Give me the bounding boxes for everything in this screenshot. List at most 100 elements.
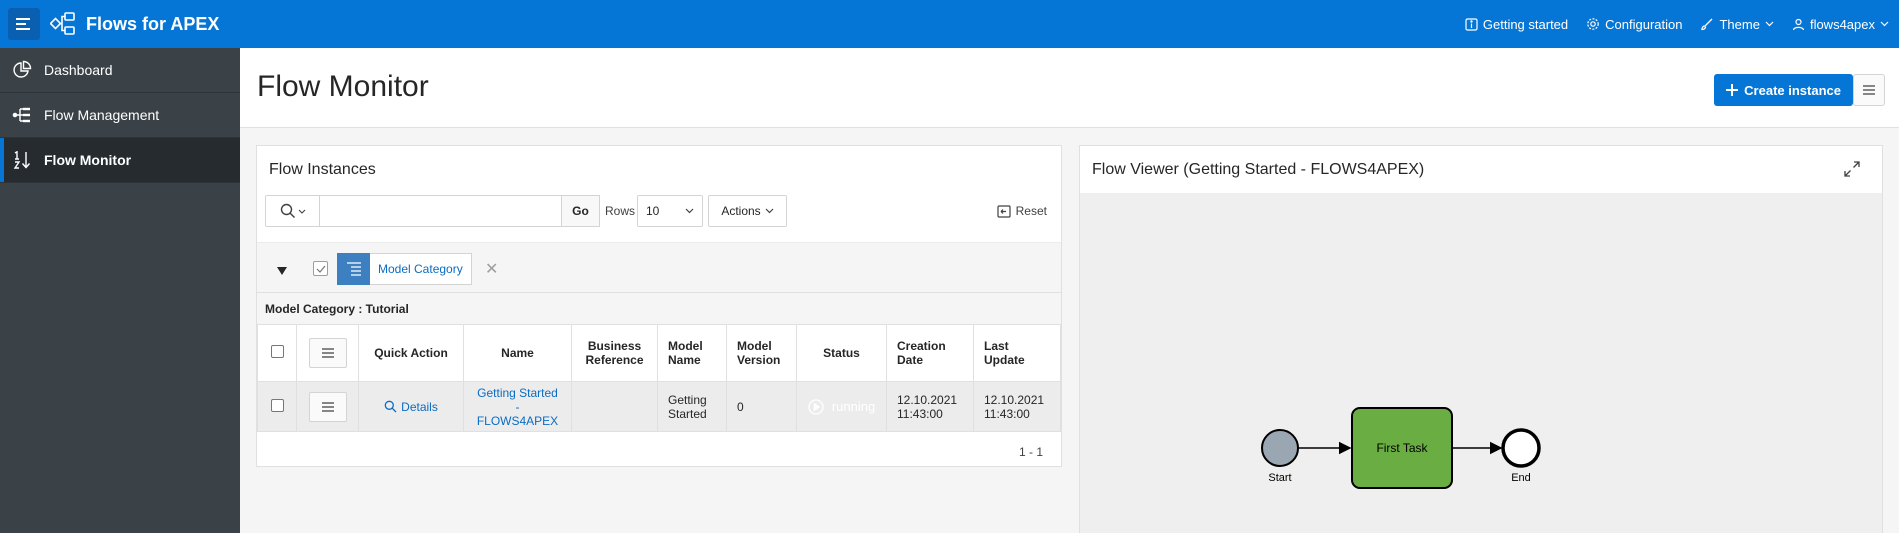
sidebar-item-flow-monitor[interactable]: Flow Monitor: [0, 138, 240, 183]
app-logo-icon: [50, 11, 76, 37]
row-menu-cell: [296, 381, 359, 432]
search-column-selector[interactable]: [266, 196, 320, 226]
start-event[interactable]: [1261, 429, 1299, 467]
search-input[interactable]: [320, 196, 599, 226]
table-row: Details Getting Started - FLOWS4APEX Get…: [257, 381, 1061, 432]
flow-viewer-region: Flow Viewer (Getting Started - FLOWS4APE…: [1079, 145, 1883, 533]
control-break-enable-checkbox[interactable]: [313, 261, 328, 276]
hamburger-icon: [321, 401, 334, 412]
chevron-down-icon: [685, 208, 694, 214]
creation-date-cell: 12.10.2021 11:43:00: [886, 381, 974, 432]
column-header-status[interactable]: Status: [796, 324, 887, 382]
details-link[interactable]: Details: [384, 400, 438, 414]
actions-menu-button[interactable]: Actions: [708, 195, 787, 227]
hamburger-icon: [1863, 85, 1875, 95]
model-version-cell: 0: [726, 381, 797, 432]
column-header-business-reference[interactable]: Business Reference: [571, 324, 658, 382]
sidebar-item-label: Flow Monitor: [44, 152, 132, 168]
nav-configuration[interactable]: Configuration: [1586, 17, 1682, 32]
reset-icon: [997, 204, 1011, 218]
column-header-last-update[interactable]: Last Update: [973, 324, 1061, 382]
row-select-cell: [257, 381, 297, 432]
user-icon: [1792, 18, 1805, 30]
nav-user-menu[interactable]: flows4apex: [1792, 17, 1889, 32]
control-break-filter-link[interactable]: Model Category: [370, 253, 472, 285]
tree-icon: [0, 107, 44, 123]
report-control-bar: Model Category ✕: [257, 242, 1061, 292]
search-box: [265, 195, 600, 227]
sidebar-item-dashboard[interactable]: Dashboard: [0, 48, 240, 93]
details-label: Details: [401, 399, 438, 414]
menu-toggle-button[interactable]: [8, 8, 40, 40]
collapse-toggle-icon[interactable]: [277, 263, 287, 278]
page-menu-button[interactable]: [1853, 74, 1885, 106]
rows-per-page-select[interactable]: 10: [637, 195, 703, 227]
column-header-model-version[interactable]: Model Version: [726, 324, 797, 382]
plus-icon: [1726, 84, 1739, 96]
sidebar-item-label: Flow Management: [44, 107, 160, 123]
sort-icon: [0, 151, 44, 169]
page-header: Flow Monitor Create instance: [240, 48, 1899, 128]
hamburger-icon: [16, 18, 30, 30]
end-event[interactable]: [1501, 428, 1541, 468]
report-toolbar: Go Rows 10 Actions Reset: [257, 192, 1061, 228]
chevron-down-icon: [1880, 21, 1889, 27]
gear-icon: [1587, 18, 1599, 30]
pie-chart-icon: [0, 60, 44, 80]
business-reference-cell: [571, 381, 658, 432]
instance-name-link[interactable]: Getting Started - FLOWS4APEX: [477, 386, 558, 428]
chevron-down-icon: [298, 209, 305, 214]
status-label: running: [831, 399, 876, 414]
column-header-creation-date[interactable]: Creation Date: [886, 324, 974, 382]
reset-button[interactable]: Reset: [997, 195, 1047, 227]
region-title: Flow Viewer (Getting Started - FLOWS4APE…: [1092, 161, 1425, 178]
control-break-icon: [337, 253, 370, 285]
create-instance-button[interactable]: Create instance: [1714, 74, 1853, 106]
start-event-label: Start: [1268, 472, 1291, 484]
header-row-menu-cell: [296, 324, 359, 382]
first-task-label: First Task: [1376, 441, 1428, 455]
nav-theme-label: Theme: [1719, 16, 1760, 32]
rows-label: Rows: [605, 204, 636, 218]
bpmn-diagram: Start First Task End: [1261, 407, 1541, 489]
column-header-name[interactable]: Name: [463, 324, 572, 382]
column-header-quick-action[interactable]: Quick Action: [358, 324, 464, 382]
row-menu-button[interactable]: [308, 391, 347, 422]
header-row-menu-button[interactable]: [308, 338, 347, 368]
sidebar-item-flow-management[interactable]: Flow Management: [0, 93, 240, 138]
sidebar-nav: Dashboard Flow Management Flow Monitor: [0, 48, 240, 533]
nav-user-label: flows4apex: [1809, 16, 1875, 32]
create-instance-label: Create instance: [1744, 82, 1841, 98]
chevron-down-icon: [765, 208, 774, 214]
search-icon: [280, 203, 295, 218]
row-checkbox[interactable]: [270, 398, 284, 412]
brush-icon: [1701, 18, 1713, 31]
nav-configuration-label: Configuration: [1605, 16, 1683, 32]
instances-table: Quick Action Name Business Reference Mod…: [257, 324, 1061, 432]
nav-theme[interactable]: Theme: [1700, 16, 1774, 32]
main-content: Flow Monitor Create instance Flow Instan…: [240, 48, 1899, 533]
go-button[interactable]: Go: [561, 195, 600, 227]
actions-label: Actions: [721, 204, 761, 218]
select-all-checkbox[interactable]: [270, 345, 284, 358]
remove-filter-icon[interactable]: ✕: [485, 259, 498, 279]
page-title: Flow Monitor: [257, 70, 429, 103]
model-name-cell: Getting Started: [657, 381, 727, 432]
check-icon: [316, 265, 325, 273]
end-event-label: End: [1511, 472, 1531, 484]
nav-getting-started[interactable]: Getting started: [1465, 17, 1568, 32]
info-icon: [1465, 17, 1478, 31]
region-title: Flow Instances: [269, 161, 376, 178]
nav-getting-started-label: Getting started: [1482, 16, 1569, 32]
app-header: Flows for APEX Getting started Configura…: [0, 0, 1899, 48]
status-badge: running: [796, 381, 887, 432]
last-update-cell: 12.10.2021 11:43:00: [973, 381, 1061, 432]
expand-icon[interactable]: [1844, 161, 1860, 180]
column-header-model-name[interactable]: Model Name: [657, 324, 727, 382]
header-nav: Getting started Configuration Theme flow…: [1465, 0, 1889, 48]
app-title[interactable]: Flows for APEX: [86, 14, 219, 35]
bpmn-canvas[interactable]: Start First Task End: [1080, 193, 1882, 533]
flow-instances-region: Flow Instances Go Rows 10 Actions Reset …: [256, 145, 1062, 467]
sidebar-item-label: Dashboard: [44, 62, 113, 78]
reset-label: Reset: [1015, 204, 1047, 218]
